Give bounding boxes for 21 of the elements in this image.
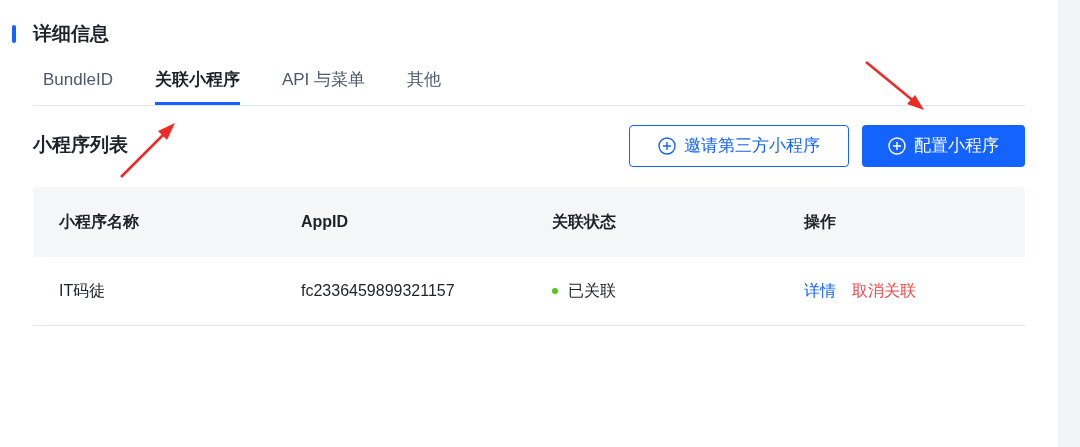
unlink-link[interactable]: 取消关联 — [852, 278, 916, 303]
tab[interactable]: 其他 — [407, 65, 442, 105]
column-header: AppID — [301, 211, 350, 232]
list-title: 小程序列表 — [33, 133, 129, 158]
tab[interactable]: 关联小程序 — [154, 65, 240, 105]
invite-button[interactable]: 邀请第三方小程序 — [629, 124, 849, 167]
column-header: 操作 — [804, 211, 836, 232]
configure-button[interactable]: 配置小程序 — [862, 124, 1025, 167]
section-title: 详细信息 — [33, 22, 109, 46]
arrow-annotation-icon — [864, 60, 926, 112]
column-header: 小程序名称 — [59, 211, 140, 232]
plus-circle-icon — [888, 136, 906, 155]
column-header: 关联状态 — [552, 211, 617, 232]
table-cell-text: fc2336459899321157 — [301, 280, 456, 301]
tab[interactable]: BundleID — [43, 65, 113, 105]
plus-circle-icon — [658, 136, 676, 155]
table-cell-text: IT码徒 — [59, 280, 107, 301]
status-text: 已关联 — [568, 280, 616, 301]
tab[interactable]: API 与菜单 — [281, 65, 366, 105]
details-link[interactable]: 详情 — [804, 278, 836, 303]
section-marker — [12, 25, 16, 44]
